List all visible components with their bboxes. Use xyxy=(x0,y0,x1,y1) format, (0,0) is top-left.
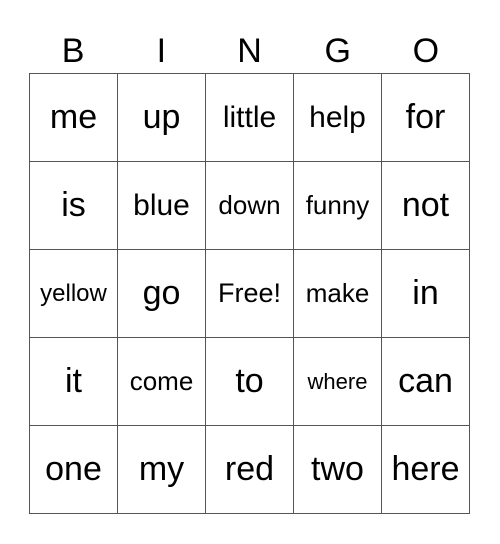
bingo-cell: little xyxy=(206,74,294,162)
bingo-cell: red xyxy=(206,426,294,514)
bingo-cell: help xyxy=(294,74,382,162)
bingo-cell: here xyxy=(382,426,470,514)
bingo-cell: for xyxy=(382,74,470,162)
header-letter-i: I xyxy=(156,32,167,70)
bingo-cell: can xyxy=(382,338,470,426)
header-letter-g: G xyxy=(324,32,351,70)
header-letter-n: N xyxy=(237,32,262,70)
header-letter-b: B xyxy=(61,32,85,70)
bingo-cell: make xyxy=(294,250,382,338)
bingo-cell: go xyxy=(118,250,206,338)
bingo-cell: one xyxy=(30,426,118,514)
bingo-cell: funny xyxy=(294,162,382,250)
bingo-cell: in xyxy=(382,250,470,338)
bingo-card-grid: me up little help for is blue down funny… xyxy=(29,73,470,514)
header-letter-o: O xyxy=(412,32,440,70)
bingo-cell: two xyxy=(294,426,382,514)
bingo-cell: blue xyxy=(118,162,206,250)
bingo-cell: come xyxy=(118,338,206,426)
bingo-cell: yellow xyxy=(30,250,118,338)
bingo-cell: is xyxy=(30,162,118,250)
bingo-cell: down xyxy=(206,162,294,250)
bingo-cell: it xyxy=(30,338,118,426)
bingo-cell: up xyxy=(118,74,206,162)
bingo-cell: to xyxy=(206,338,294,426)
bingo-cell: me xyxy=(30,74,118,162)
bingo-cell: my xyxy=(118,426,206,514)
bingo-header: B I N G O xyxy=(29,30,470,72)
bingo-cell: not xyxy=(382,162,470,250)
free-space-cell: Free! xyxy=(206,250,294,338)
bingo-cell: where xyxy=(294,338,382,426)
